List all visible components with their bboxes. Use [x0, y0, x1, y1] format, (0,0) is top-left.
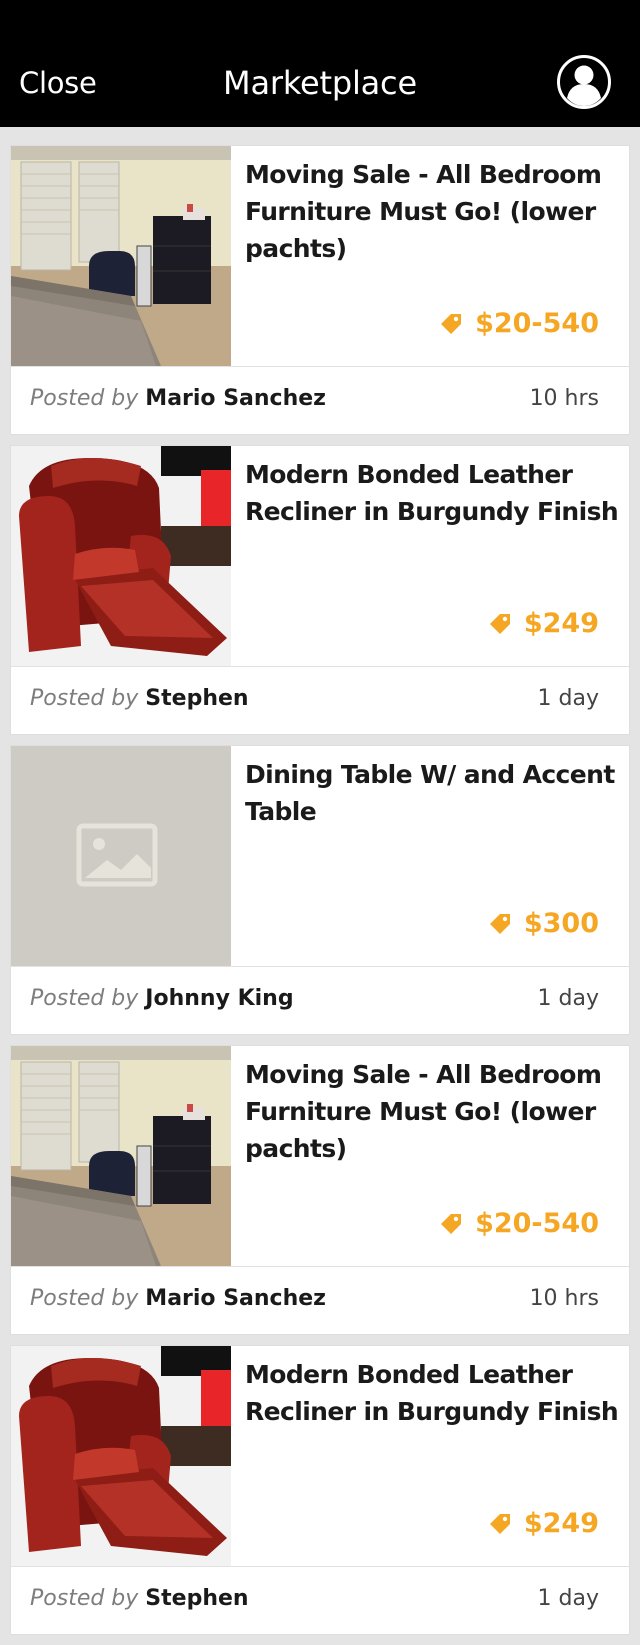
price-tag-icon [488, 912, 512, 936]
author-name[interactable]: Johnny King [145, 986, 293, 1011]
recliner-photo [11, 1346, 231, 1566]
posted-by-line: Posted by Mario Sanchez [30, 1283, 326, 1314]
posted-by-label: Posted by [30, 986, 139, 1011]
listing-footer: Posted by Johnny King 1 day [11, 966, 629, 1035]
posted-time: 1 day [537, 1586, 599, 1611]
price-tag-icon [439, 1212, 463, 1236]
listing-card[interactable]: Dining Table W/ and Accent Table $300 Po… [10, 745, 630, 1035]
listing-footer: Posted by Stephen 1 day [11, 1566, 629, 1635]
posted-by-line: Posted by Johnny King [30, 983, 294, 1014]
image-placeholder-icon [11, 746, 231, 966]
price-tag-icon [488, 612, 512, 636]
listing-thumbnail [11, 446, 231, 666]
posted-by-label: Posted by [30, 1286, 139, 1311]
listing-thumbnail [11, 146, 231, 366]
posted-time: 10 hrs [529, 1286, 599, 1311]
listing-title: Modern Bonded Leather Recliner in Burgun… [245, 460, 619, 526]
page-title: Marketplace [223, 64, 417, 102]
bedroom-photo [11, 146, 231, 366]
price-value: $249 [523, 1508, 599, 1539]
listing-thumbnail [11, 746, 231, 966]
listing-title: Moving Sale - All Bedroom Furniture Must… [245, 160, 602, 263]
posted-time: 1 day [537, 686, 599, 711]
posted-by-line: Posted by Stephen [30, 1583, 249, 1614]
posted-by-label: Posted by [30, 686, 139, 711]
posted-by-label: Posted by [30, 386, 139, 411]
user-circle-icon[interactable] [556, 54, 612, 110]
price-tag-icon [439, 312, 463, 336]
price-value: $20-540 [475, 308, 599, 339]
listings-list: Moving Sale - All Bedroom Furniture Must… [10, 145, 630, 1645]
price-value: $20-540 [475, 1208, 599, 1239]
listing-card[interactable]: Moving Sale - All Bedroom Furniture Must… [10, 1045, 630, 1335]
top-navigation-bar: Close Marketplace [0, 0, 640, 127]
posted-by-line: Posted by Stephen [30, 683, 249, 714]
posted-by-line: Posted by Mario Sanchez [30, 383, 326, 414]
bedroom-photo [11, 1046, 231, 1266]
listing-thumbnail [11, 1346, 231, 1566]
price-value: $300 [523, 908, 599, 939]
listing-card[interactable]: Modern Bonded Leather Recliner in Burgun… [10, 1345, 630, 1635]
listing-card[interactable]: Modern Bonded Leather Recliner in Burgun… [10, 445, 630, 735]
listing-thumbnail [11, 1046, 231, 1266]
posted-time: 10 hrs [529, 386, 599, 411]
listing-price: $249 [488, 608, 599, 639]
author-name[interactable]: Mario Sanchez [145, 1286, 326, 1311]
listing-price: $249 [488, 1508, 599, 1539]
listing-title: Moving Sale - All Bedroom Furniture Must… [245, 1060, 602, 1163]
listing-price: $20-540 [439, 308, 599, 339]
posted-time: 1 day [537, 986, 599, 1011]
recliner-photo [11, 446, 231, 666]
listing-price: $20-540 [439, 1208, 599, 1239]
listing-footer: Posted by Mario Sanchez 10 hrs [11, 366, 629, 435]
posted-by-label: Posted by [30, 1586, 139, 1611]
author-name[interactable]: Mario Sanchez [145, 386, 326, 411]
listing-price: $300 [488, 908, 599, 939]
listing-card[interactable]: Moving Sale - All Bedroom Furniture Must… [10, 145, 630, 435]
listing-title: Dining Table W/ and Accent Table [245, 760, 615, 826]
listing-title: Modern Bonded Leather Recliner in Burgun… [245, 1360, 619, 1426]
price-tag-icon [488, 1512, 512, 1536]
listing-footer: Posted by Stephen 1 day [11, 666, 629, 735]
price-value: $249 [523, 608, 599, 639]
listing-footer: Posted by Mario Sanchez 10 hrs [11, 1266, 629, 1335]
author-name[interactable]: Stephen [145, 1586, 248, 1611]
author-name[interactable]: Stephen [145, 686, 248, 711]
